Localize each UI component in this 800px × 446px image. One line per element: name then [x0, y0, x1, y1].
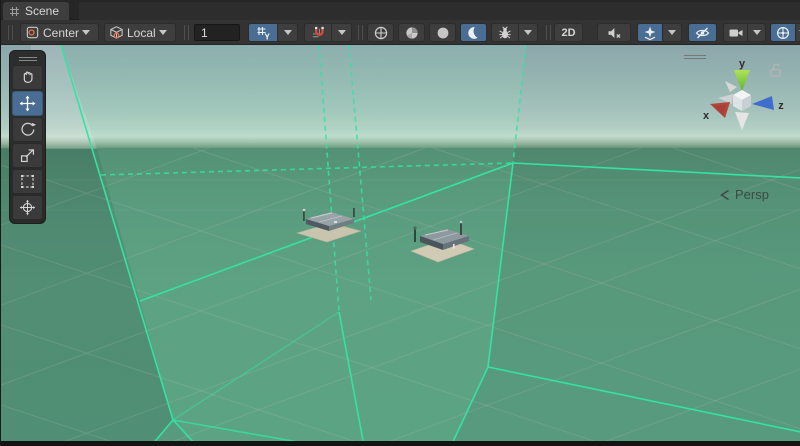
- axis-cone-gray-upleft[interactable]: [725, 81, 737, 92]
- toolbar-grip[interactable]: [8, 25, 13, 40]
- grid-tab-icon: [9, 6, 20, 17]
- scene-toolbar: Center Local Y: [1, 20, 800, 45]
- transform-icon: [18, 198, 37, 217]
- tool-move[interactable]: [12, 91, 43, 116]
- camera-settings-button[interactable]: [723, 23, 748, 42]
- grid-size-input[interactable]: [194, 24, 240, 41]
- tab-scene[interactable]: Scene: [3, 2, 69, 20]
- pivot-mode-label: Center: [43, 26, 79, 40]
- tools-overlay-handle[interactable]: [10, 54, 45, 64]
- shaded-sphere-icon: [404, 25, 420, 41]
- chevron-down-icon: [753, 30, 761, 35]
- grid-snap-toggle[interactable]: Y: [248, 23, 278, 42]
- rect-tool-icon: [18, 172, 37, 191]
- scene-canvas[interactable]: [1, 45, 800, 446]
- orientation-dropdown[interactable]: Local: [104, 23, 176, 42]
- axis-y-label: y: [739, 58, 746, 70]
- audio-muted-icon: [606, 25, 623, 41]
- magnet-snap-icon: [311, 25, 326, 40]
- pivot-center-icon: [25, 25, 40, 40]
- magnet-snap-toggle[interactable]: [304, 23, 332, 42]
- draw-mode-button[interactable]: [367, 23, 394, 42]
- tool-hand[interactable]: [12, 65, 43, 90]
- camera-icon: [728, 25, 744, 41]
- scene-visibility-toggle[interactable]: [688, 23, 717, 42]
- axis-z-label: z: [778, 100, 784, 112]
- grid-snap-dropdown[interactable]: [278, 23, 298, 42]
- pivot-mode-dropdown[interactable]: Center: [20, 23, 99, 42]
- toolbar-grip[interactable]: [184, 25, 189, 40]
- 2d-mode-toggle[interactable]: 2D: [554, 23, 583, 42]
- gizmos-icon: [775, 25, 791, 41]
- effects-icon: [642, 25, 658, 41]
- move-icon: [18, 94, 37, 113]
- tab-title: Scene: [25, 4, 59, 18]
- eye-slash-icon: [694, 25, 711, 41]
- scene-lighting-toggle[interactable]: [460, 23, 487, 42]
- gizmos-dropdown[interactable]: [796, 23, 800, 42]
- orientation-label: Local: [127, 26, 156, 40]
- tool-rect[interactable]: [12, 169, 43, 194]
- chevron-down-icon: [524, 30, 532, 35]
- tool-transform[interactable]: [12, 195, 43, 220]
- scale-icon: [18, 146, 37, 165]
- projection-label: Persp: [735, 187, 769, 202]
- chevron-left-icon: [719, 189, 731, 201]
- toolbar-grip[interactable]: [546, 25, 551, 40]
- gizmo-lock-icon[interactable]: [769, 63, 782, 77]
- lighting-toggle[interactable]: [429, 23, 456, 42]
- scene-window: Scene Center Local Y: [0, 0, 800, 446]
- axis-x-label: x: [703, 110, 710, 122]
- audio-toggle[interactable]: [597, 23, 631, 42]
- moon-icon: [466, 25, 482, 41]
- gizmos-toggle[interactable]: [770, 23, 796, 42]
- bug-icon: [497, 25, 513, 41]
- tool-scale[interactable]: [12, 143, 43, 168]
- grid-snap-axis-label: Y: [265, 32, 271, 41]
- tool-rotate[interactable]: [12, 117, 43, 142]
- chevron-down-icon: [338, 30, 346, 35]
- axis-y-cone[interactable]: y: [734, 58, 750, 91]
- debug-mode-button[interactable]: [491, 23, 519, 42]
- tab-well: [79, 2, 800, 20]
- circle-icon: [435, 25, 451, 41]
- debug-mode-dropdown[interactable]: [519, 23, 538, 42]
- projection-toggle[interactable]: Persp: [699, 187, 789, 202]
- wireframe-sphere-icon: [373, 25, 389, 41]
- window-edge: [1, 441, 800, 446]
- scene-viewport[interactable]: y x z: [1, 45, 800, 446]
- cube-orientation-icon: [109, 25, 124, 40]
- toolbar-grip[interactable]: [358, 25, 363, 40]
- axis-z-cone[interactable]: z: [752, 96, 784, 112]
- gizmo-cube[interactable]: [733, 90, 751, 111]
- 2d-mode-label: 2D: [561, 27, 575, 39]
- hand-icon: [18, 68, 37, 87]
- rotate-icon: [18, 120, 37, 139]
- grid-snap-icon: Y: [255, 25, 271, 41]
- effects-toggle[interactable]: [637, 23, 663, 42]
- axis-x-cone[interactable]: x: [703, 102, 730, 122]
- tools-overlay: [9, 50, 46, 224]
- chevron-down-icon: [82, 30, 90, 35]
- magnet-snap-dropdown[interactable]: [332, 23, 352, 42]
- camera-settings-dropdown[interactable]: [748, 23, 766, 42]
- chevron-down-icon: [284, 30, 292, 35]
- tab-bar: Scene: [1, 0, 800, 20]
- effects-dropdown[interactable]: [663, 23, 682, 42]
- chevron-down-icon: [159, 30, 167, 35]
- chevron-down-icon: [668, 30, 676, 35]
- axis-cone-gray-down[interactable]: [735, 112, 749, 130]
- shaded-mode-button[interactable]: [398, 23, 425, 42]
